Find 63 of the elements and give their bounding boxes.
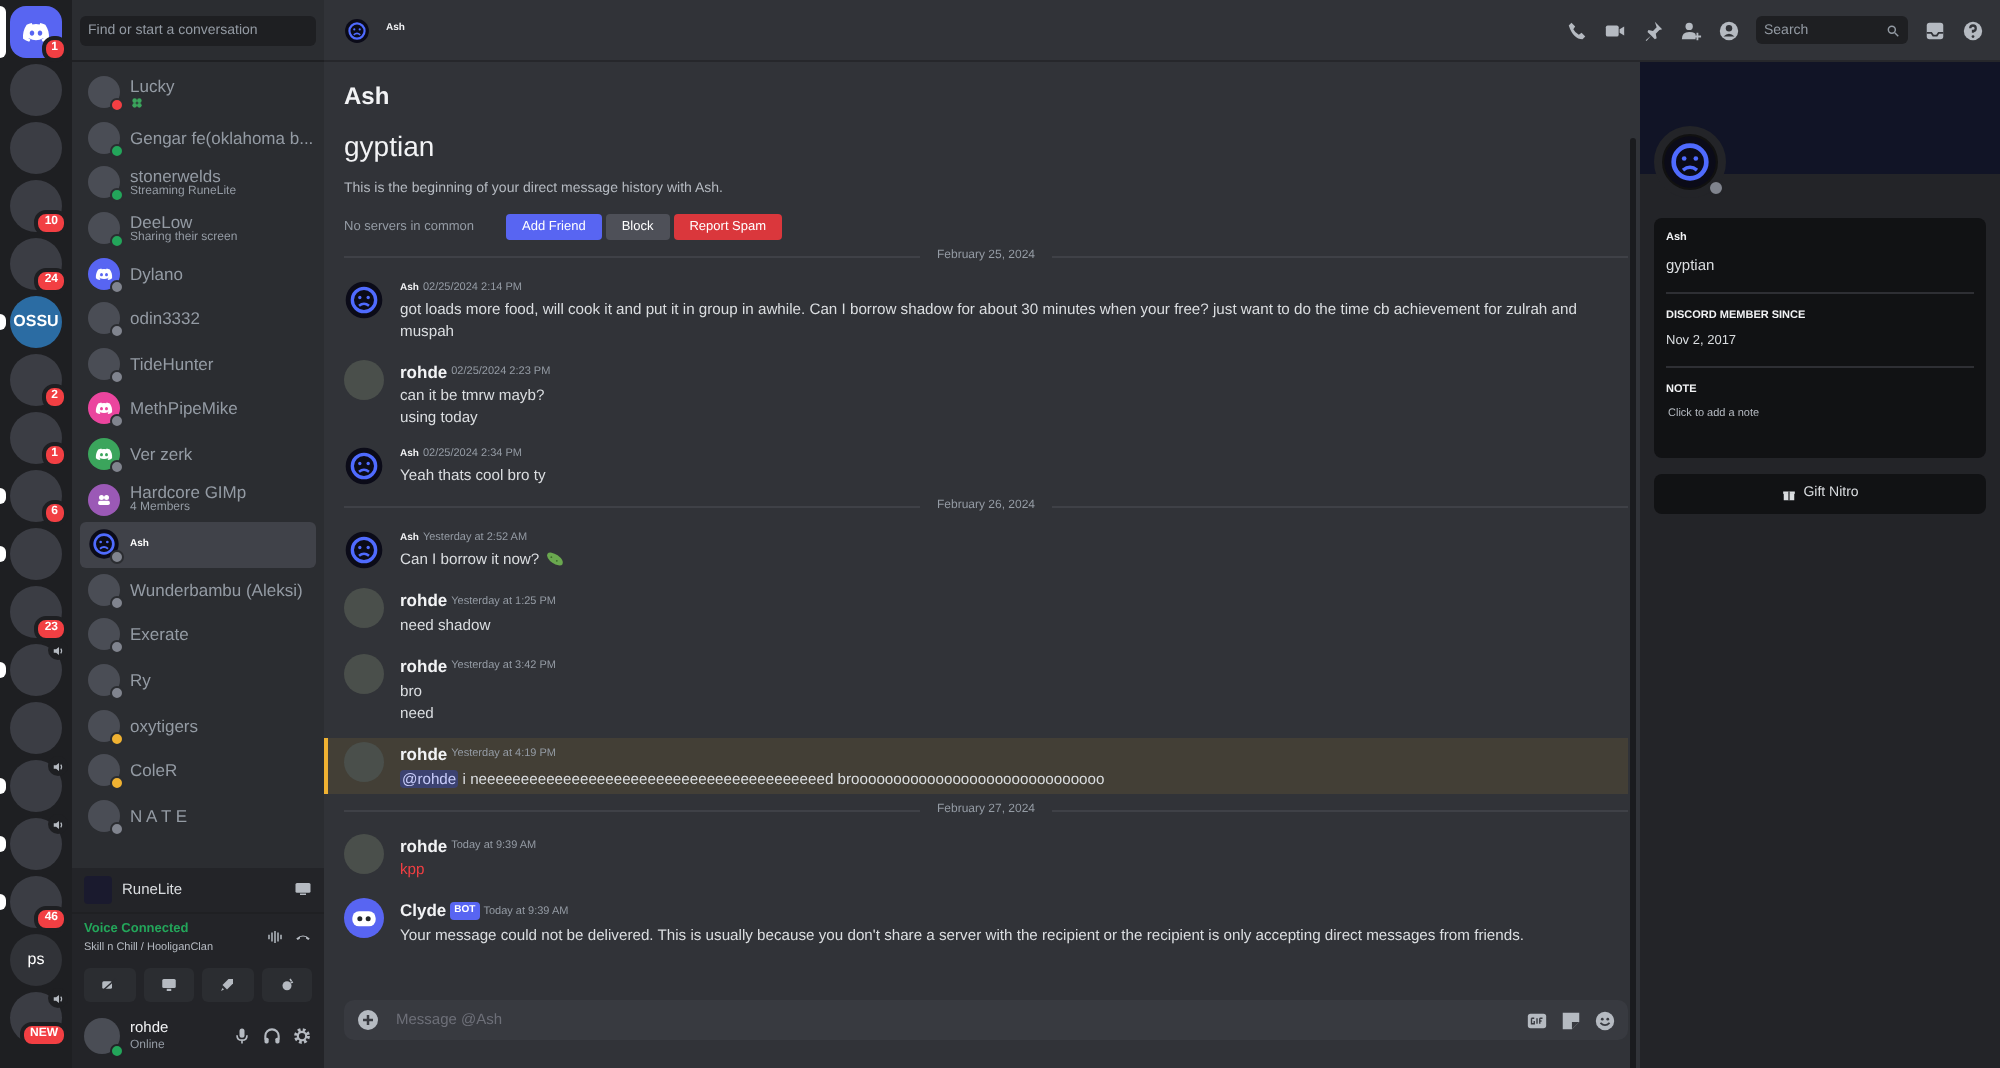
- sad-face-icon: [344, 17, 370, 43]
- dm-item[interactable]: oxytigers: [80, 702, 316, 748]
- dm-item[interactable]: Ry: [80, 657, 316, 703]
- server-icon[interactable]: ps: [10, 934, 62, 986]
- add-user-icon[interactable]: [1680, 19, 1702, 41]
- dm-item[interactable]: N A T E: [80, 793, 316, 839]
- screen-share-icon[interactable]: [294, 880, 312, 899]
- sad-face-icon: [344, 446, 384, 487]
- noise-icon[interactable]: [266, 928, 284, 947]
- camera-off-button[interactable]: [84, 967, 135, 1002]
- dm-item[interactable]: Gengar fe(oklahoma b...: [80, 115, 316, 161]
- dm-item[interactable]: Exerate: [80, 612, 316, 658]
- headphones-icon[interactable]: [262, 1025, 282, 1046]
- group-icon: [94, 489, 114, 510]
- author-name: rohde: [400, 588, 448, 614]
- username: gyptian: [344, 128, 437, 166]
- author-name: Clyde: [400, 898, 447, 924]
- screen-share-icon: [159, 975, 178, 994]
- robot-icon: [344, 898, 384, 939]
- soundboard-button[interactable]: [261, 967, 312, 1002]
- gif-icon[interactable]: [1526, 1009, 1548, 1031]
- gift-icon: [1781, 487, 1796, 501]
- dm-item[interactable]: Wunderbambu (Aleksi): [80, 567, 316, 613]
- screen-share-button[interactable]: [143, 967, 194, 1002]
- sad-face-icon: [344, 280, 384, 321]
- author-name: rohde: [400, 833, 448, 859]
- display-name: Ash: [344, 80, 392, 114]
- dm-item[interactable]: Lucky: [80, 70, 316, 116]
- dm-item[interactable]: Dylano: [80, 250, 316, 296]
- phone-icon[interactable]: [1566, 19, 1588, 41]
- inbox-icon[interactable]: [1924, 19, 1946, 41]
- server-icon[interactable]: OSSU: [10, 296, 62, 348]
- rocket-button[interactable]: [202, 967, 253, 1002]
- emoji-icon[interactable]: [1594, 1009, 1616, 1031]
- sticker-icon[interactable]: [1560, 1009, 1582, 1031]
- discord-logo-icon: [94, 444, 114, 465]
- user-profile-icon[interactable]: [1718, 19, 1740, 41]
- author-name: rohde: [400, 359, 448, 385]
- avatar: [344, 588, 384, 629]
- dm-item[interactable]: odin3332: [80, 295, 316, 342]
- home-button[interactable]: [10, 6, 62, 58]
- dm-item[interactable]: MethPipeMike: [80, 386, 316, 432]
- pin-icon[interactable]: [1642, 19, 1664, 41]
- sad-face-icon: [344, 530, 384, 571]
- avatar: [344, 654, 384, 694]
- sad-face-icon: [88, 528, 120, 561]
- help-icon[interactable]: [1962, 19, 1984, 41]
- discord-logo-icon: [94, 398, 114, 419]
- author-name: rohde: [400, 741, 448, 767]
- author-name: rohde: [400, 654, 448, 680]
- dm-item[interactable]: ColeR: [80, 747, 316, 793]
- sad-face-icon: [1662, 134, 1718, 190]
- status-dot: [110, 1043, 124, 1058]
- settings-icon[interactable]: [292, 1025, 312, 1046]
- dm-item[interactable]: TideHunter: [80, 341, 316, 387]
- add-icon[interactable]: [356, 1008, 380, 1032]
- avatar: [344, 833, 384, 873]
- avatar: [344, 359, 384, 399]
- microphone-icon[interactable]: [232, 1025, 252, 1046]
- discord-logo-icon: [94, 263, 114, 284]
- dm-item[interactable]: Ver zerk: [80, 431, 316, 477]
- avatar: [344, 741, 384, 782]
- search-icon: [1886, 23, 1900, 37]
